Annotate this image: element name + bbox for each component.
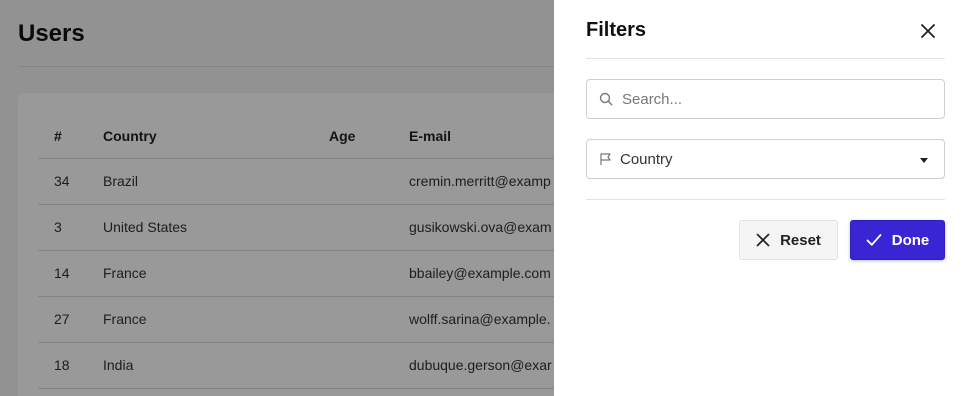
close-button[interactable] — [916, 20, 940, 42]
drawer-title: Filters — [586, 19, 647, 41]
done-button[interactable]: Done — [850, 220, 945, 260]
reset-button[interactable]: Reset — [739, 220, 838, 260]
filters-drawer: Filters Country Reset — [554, 0, 973, 396]
search-icon — [599, 92, 613, 106]
search-input[interactable] — [622, 90, 922, 108]
reset-button-label: Reset — [780, 231, 821, 249]
flag-icon — [600, 153, 611, 165]
country-select[interactable]: Country — [586, 139, 945, 179]
done-button-label: Done — [891, 231, 930, 249]
caret-down-icon — [920, 158, 928, 163]
x-icon — [756, 233, 770, 247]
drawer-footer-divider — [586, 199, 945, 200]
country-select-label: Country — [620, 150, 673, 168]
search-field[interactable] — [586, 79, 945, 119]
drawer-header-divider — [586, 58, 945, 59]
check-icon — [866, 233, 882, 247]
close-icon — [921, 24, 935, 38]
